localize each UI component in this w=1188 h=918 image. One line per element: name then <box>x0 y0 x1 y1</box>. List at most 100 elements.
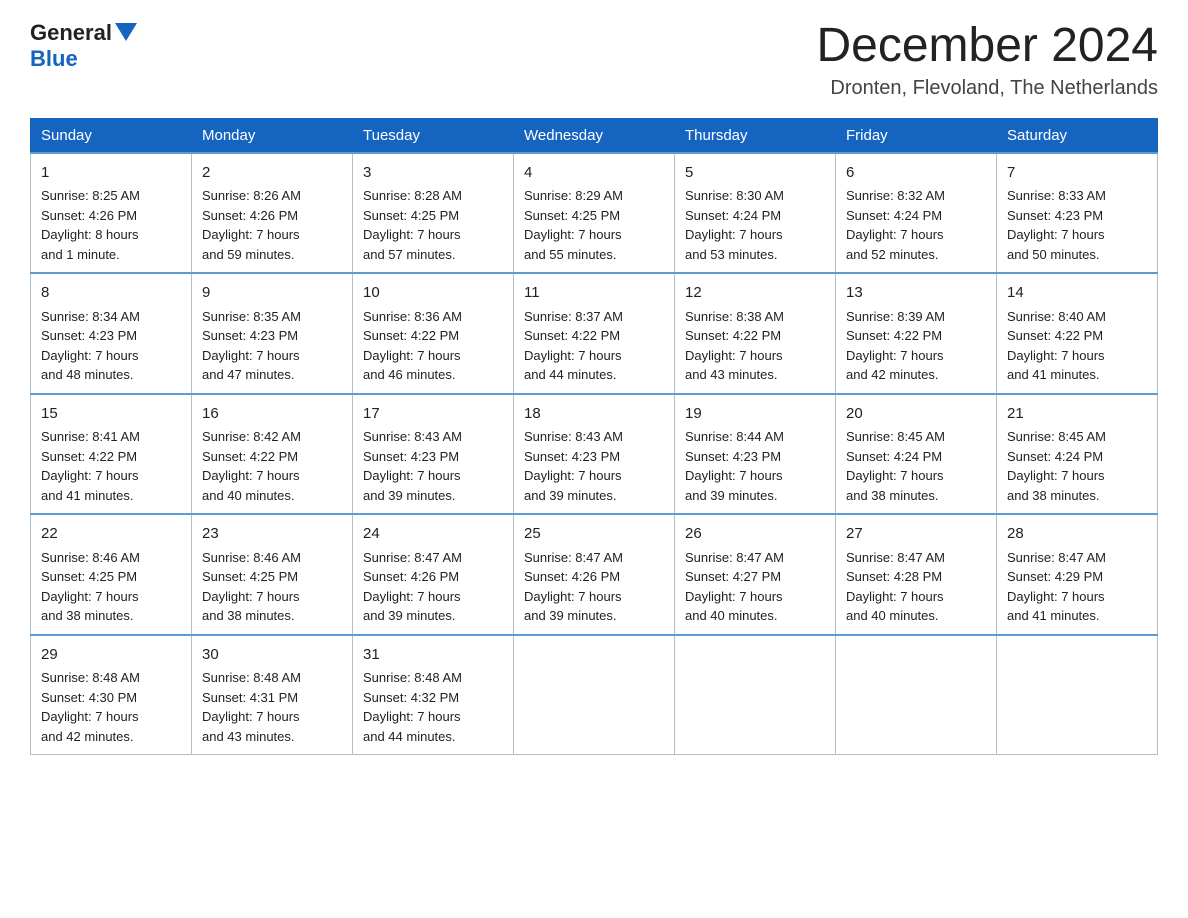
calendar-cell: 21Sunrise: 8:45 AM Sunset: 4:24 PM Dayli… <box>997 394 1158 515</box>
calendar-header: SundayMondayTuesdayWednesdayThursdayFrid… <box>31 118 1158 153</box>
header-day-friday: Friday <box>836 118 997 153</box>
day-info: Sunrise: 8:32 AM Sunset: 4:24 PM Dayligh… <box>846 186 986 264</box>
day-info: Sunrise: 8:44 AM Sunset: 4:23 PM Dayligh… <box>685 427 825 505</box>
calendar-cell: 15Sunrise: 8:41 AM Sunset: 4:22 PM Dayli… <box>31 394 192 515</box>
header-day-tuesday: Tuesday <box>353 118 514 153</box>
day-info: Sunrise: 8:48 AM Sunset: 4:31 PM Dayligh… <box>202 668 342 746</box>
day-number: 31 <box>363 644 503 667</box>
day-info: Sunrise: 8:47 AM Sunset: 4:26 PM Dayligh… <box>524 548 664 626</box>
day-number: 4 <box>524 162 664 185</box>
day-number: 22 <box>41 523 181 546</box>
calendar-cell: 24Sunrise: 8:47 AM Sunset: 4:26 PM Dayli… <box>353 514 514 635</box>
calendar-body: 1Sunrise: 8:25 AM Sunset: 4:26 PM Daylig… <box>31 153 1158 755</box>
calendar-cell: 19Sunrise: 8:44 AM Sunset: 4:23 PM Dayli… <box>675 394 836 515</box>
day-info: Sunrise: 8:36 AM Sunset: 4:22 PM Dayligh… <box>363 307 503 385</box>
day-number: 21 <box>1007 403 1147 426</box>
day-number: 25 <box>524 523 664 546</box>
day-number: 5 <box>685 162 825 185</box>
header-day-saturday: Saturday <box>997 118 1158 153</box>
day-info: Sunrise: 8:47 AM Sunset: 4:26 PM Dayligh… <box>363 548 503 626</box>
day-number: 3 <box>363 162 503 185</box>
calendar-cell: 31Sunrise: 8:48 AM Sunset: 4:32 PM Dayli… <box>353 635 514 755</box>
day-number: 1 <box>41 162 181 185</box>
calendar-cell: 12Sunrise: 8:38 AM Sunset: 4:22 PM Dayli… <box>675 273 836 394</box>
week-row-1: 1Sunrise: 8:25 AM Sunset: 4:26 PM Daylig… <box>31 153 1158 274</box>
logo-triangle-icon <box>115 23 137 41</box>
day-info: Sunrise: 8:35 AM Sunset: 4:23 PM Dayligh… <box>202 307 342 385</box>
day-number: 20 <box>846 403 986 426</box>
logo-general: General <box>30 20 112 46</box>
day-info: Sunrise: 8:30 AM Sunset: 4:24 PM Dayligh… <box>685 186 825 264</box>
day-info: Sunrise: 8:45 AM Sunset: 4:24 PM Dayligh… <box>1007 427 1147 505</box>
day-info: Sunrise: 8:43 AM Sunset: 4:23 PM Dayligh… <box>524 427 664 505</box>
day-number: 30 <box>202 644 342 667</box>
day-number: 24 <box>363 523 503 546</box>
calendar-cell: 16Sunrise: 8:42 AM Sunset: 4:22 PM Dayli… <box>192 394 353 515</box>
week-row-2: 8Sunrise: 8:34 AM Sunset: 4:23 PM Daylig… <box>31 273 1158 394</box>
header-row: SundayMondayTuesdayWednesdayThursdayFrid… <box>31 118 1158 153</box>
day-number: 17 <box>363 403 503 426</box>
title-section: December 2024 Dronten, Flevoland, The Ne… <box>816 20 1158 100</box>
day-info: Sunrise: 8:39 AM Sunset: 4:22 PM Dayligh… <box>846 307 986 385</box>
day-info: Sunrise: 8:46 AM Sunset: 4:25 PM Dayligh… <box>202 548 342 626</box>
day-number: 26 <box>685 523 825 546</box>
day-info: Sunrise: 8:37 AM Sunset: 4:22 PM Dayligh… <box>524 307 664 385</box>
day-number: 18 <box>524 403 664 426</box>
calendar-cell: 26Sunrise: 8:47 AM Sunset: 4:27 PM Dayli… <box>675 514 836 635</box>
calendar-cell: 3Sunrise: 8:28 AM Sunset: 4:25 PM Daylig… <box>353 153 514 274</box>
calendar-cell: 4Sunrise: 8:29 AM Sunset: 4:25 PM Daylig… <box>514 153 675 274</box>
page-header: General Blue December 2024 Dronten, Flev… <box>30 20 1158 100</box>
calendar-cell: 29Sunrise: 8:48 AM Sunset: 4:30 PM Dayli… <box>31 635 192 755</box>
header-day-monday: Monday <box>192 118 353 153</box>
day-number: 28 <box>1007 523 1147 546</box>
day-info: Sunrise: 8:33 AM Sunset: 4:23 PM Dayligh… <box>1007 186 1147 264</box>
calendar-cell: 6Sunrise: 8:32 AM Sunset: 4:24 PM Daylig… <box>836 153 997 274</box>
day-number: 13 <box>846 282 986 305</box>
week-row-3: 15Sunrise: 8:41 AM Sunset: 4:22 PM Dayli… <box>31 394 1158 515</box>
calendar-cell: 10Sunrise: 8:36 AM Sunset: 4:22 PM Dayli… <box>353 273 514 394</box>
week-row-5: 29Sunrise: 8:48 AM Sunset: 4:30 PM Dayli… <box>31 635 1158 755</box>
day-number: 6 <box>846 162 986 185</box>
day-info: Sunrise: 8:41 AM Sunset: 4:22 PM Dayligh… <box>41 427 181 505</box>
calendar-cell: 8Sunrise: 8:34 AM Sunset: 4:23 PM Daylig… <box>31 273 192 394</box>
calendar-cell: 18Sunrise: 8:43 AM Sunset: 4:23 PM Dayli… <box>514 394 675 515</box>
day-info: Sunrise: 8:28 AM Sunset: 4:25 PM Dayligh… <box>363 186 503 264</box>
day-info: Sunrise: 8:25 AM Sunset: 4:26 PM Dayligh… <box>41 186 181 264</box>
calendar-cell: 28Sunrise: 8:47 AM Sunset: 4:29 PM Dayli… <box>997 514 1158 635</box>
day-info: Sunrise: 8:48 AM Sunset: 4:30 PM Dayligh… <box>41 668 181 746</box>
calendar-cell: 5Sunrise: 8:30 AM Sunset: 4:24 PM Daylig… <box>675 153 836 274</box>
calendar-cell <box>836 635 997 755</box>
day-number: 8 <box>41 282 181 305</box>
month-title: December 2024 <box>816 20 1158 73</box>
calendar-cell <box>997 635 1158 755</box>
day-number: 10 <box>363 282 503 305</box>
day-info: Sunrise: 8:45 AM Sunset: 4:24 PM Dayligh… <box>846 427 986 505</box>
calendar-cell: 7Sunrise: 8:33 AM Sunset: 4:23 PM Daylig… <box>997 153 1158 274</box>
day-number: 29 <box>41 644 181 667</box>
day-number: 14 <box>1007 282 1147 305</box>
calendar-cell: 23Sunrise: 8:46 AM Sunset: 4:25 PM Dayli… <box>192 514 353 635</box>
calendar-cell: 22Sunrise: 8:46 AM Sunset: 4:25 PM Dayli… <box>31 514 192 635</box>
calendar-cell: 11Sunrise: 8:37 AM Sunset: 4:22 PM Dayli… <box>514 273 675 394</box>
header-day-wednesday: Wednesday <box>514 118 675 153</box>
logo: General Blue <box>30 20 137 72</box>
day-info: Sunrise: 8:47 AM Sunset: 4:28 PM Dayligh… <box>846 548 986 626</box>
week-row-4: 22 Sunrise: 8:46 AM Sunset: 4:25 PM Dayli… <box>31 514 1158 635</box>
day-number: 16 <box>202 403 342 426</box>
calendar-cell: 14Sunrise: 8:40 AM Sunset: 4:22 PM Dayli… <box>997 273 1158 394</box>
calendar-cell: 9Sunrise: 8:35 AM Sunset: 4:23 PM Daylig… <box>192 273 353 394</box>
day-info: Sunrise: 8:47 AM Sunset: 4:29 PM Dayligh… <box>1007 548 1147 626</box>
calendar-cell: 2Sunrise: 8:26 AM Sunset: 4:26 PM Daylig… <box>192 153 353 274</box>
day-info: Sunrise: 8:26 AM Sunset: 4:26 PM Dayligh… <box>202 186 342 264</box>
calendar-cell <box>675 635 836 755</box>
calendar-cell <box>514 635 675 755</box>
day-info: Sunrise: 8:40 AM Sunset: 4:22 PM Dayligh… <box>1007 307 1147 385</box>
calendar-cell: 1Sunrise: 8:25 AM Sunset: 4:26 PM Daylig… <box>31 153 192 274</box>
day-info: Sunrise: 8:43 AM Sunset: 4:23 PM Dayligh… <box>363 427 503 505</box>
day-number: 11 <box>524 282 664 305</box>
header-day-thursday: Thursday <box>675 118 836 153</box>
day-info: Sunrise: 8:38 AM Sunset: 4:22 PM Dayligh… <box>685 307 825 385</box>
calendar-cell: 20Sunrise: 8:45 AM Sunset: 4:24 PM Dayli… <box>836 394 997 515</box>
day-number: 19 <box>685 403 825 426</box>
day-info: Sunrise: 8:47 AM Sunset: 4:27 PM Dayligh… <box>685 548 825 626</box>
